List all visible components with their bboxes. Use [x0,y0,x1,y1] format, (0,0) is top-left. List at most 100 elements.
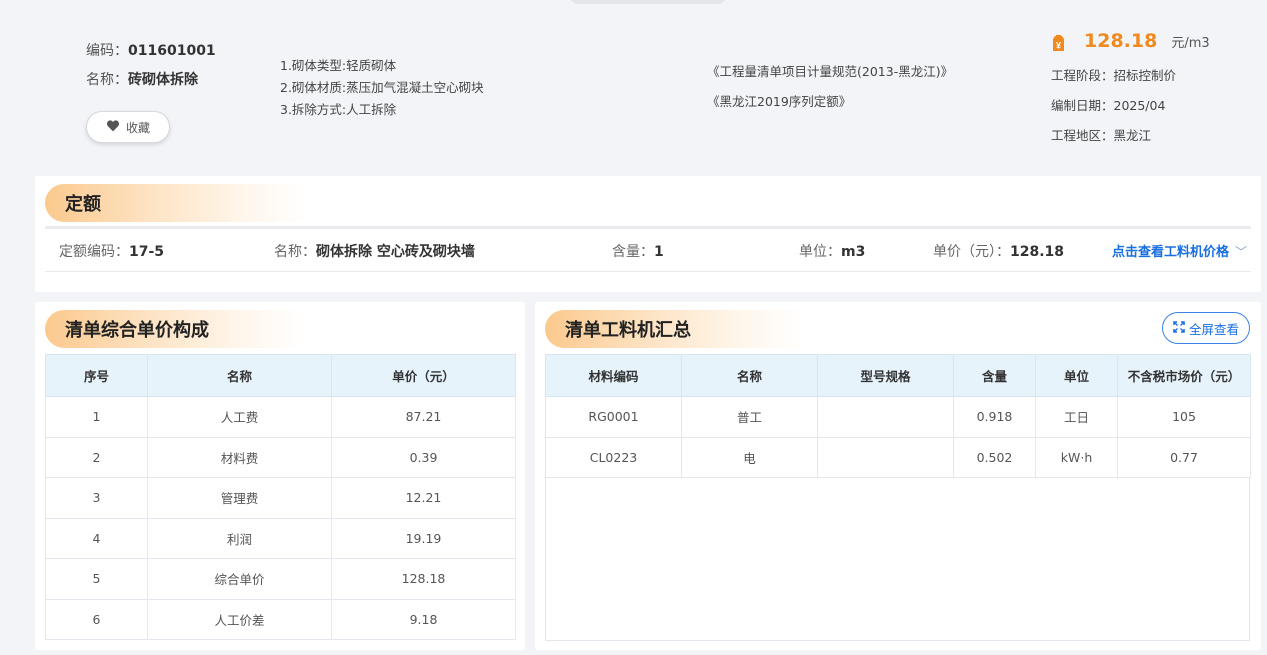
table-cell: 电 [681,436,818,478]
table-cell: 0.39 [331,436,516,478]
quota-qty-label: 含量： [612,244,654,260]
table-row: 3 管理费 12.21 [45,477,516,519]
table-row: CL0223 电 0.502 kW·h 0.77 [545,436,1251,478]
quota-name: 名称：砌体拆除 空心砖及砌块墙 [274,232,475,272]
item-price-block: ¥ 128.18 元/m3 工程阶段：招标控制价 编制日期：2025/04 工程… [1051,30,1210,146]
materials-table: 材料编码 名称 型号规格 含量 单位 不含税市场价（元） RG0001 普工 0… [545,354,1251,478]
chevron-down-icon: ﹀ [1234,245,1247,259]
table-cell: 4 [45,517,148,559]
table-cell: 人工费 [147,396,332,438]
quota-divider [45,226,1251,229]
table-row: 1 人工费 87.21 [45,396,516,438]
column-header: 名称 [681,354,818,397]
composition-panel: 清单综合单价构成 序号 名称 单价（元） 1 人工费 87.21 2 材料费 0… [35,302,525,650]
table-row: 2 材料费 0.39 [45,436,516,478]
composition-section-title: 清单综合单价构成 [45,310,305,348]
item-code-value: 011601001 [128,43,216,59]
table-header-row: 材料编码 名称 型号规格 含量 单位 不含税市场价（元） [545,354,1251,397]
heart-icon [106,119,120,135]
meta-date: 编制日期：2025/04 [1051,98,1166,113]
table-cell: 1 [45,396,148,438]
item-name-label: 名称： [86,72,128,88]
view-material-price-link[interactable]: 点击查看工料机价格 ﹀ [1112,232,1247,272]
spec-line: 《黑龙江2019序列定额》 [707,94,852,109]
quota-unit-value: m3 [841,244,866,260]
table-cell: 9.18 [331,598,516,640]
item-code: 编码：011601001 [86,40,216,62]
quota-code: 定额编码：17-5 [59,232,164,272]
table-row: RG0001 普工 0.918 工日 105 [545,396,1251,438]
table-cell: 工日 [1035,396,1118,438]
table-cell: 19.19 [331,517,516,559]
table-cell: 利润 [147,517,332,559]
column-header: 序号 [45,354,148,397]
table-cell: 材料费 [147,436,332,478]
column-header: 型号规格 [817,354,954,397]
item-identity: 编码：011601001 名称：砖砌体拆除 [86,40,216,91]
column-header: 名称 [147,354,332,397]
quota-qty-value: 1 [654,244,664,260]
table-cell: 0.502 [953,436,1036,478]
table-empty-area [545,477,1250,641]
description-line: 3.拆除方式:人工拆除 [280,102,397,117]
table-cell: 0.77 [1117,436,1251,478]
table-cell: 综合单价 [147,558,332,600]
quota-code-value: 17-5 [129,244,165,260]
favorite-button[interactable]: 收藏 [86,111,170,143]
item-code-label: 编码： [86,43,128,59]
quota-price-label: 单价（元）： [933,244,1010,260]
meta-region: 工程地区：黑龙江 [1051,128,1152,143]
fullscreen-button[interactable]: 全屏查看 [1161,312,1250,344]
quota-unit: 单位：m3 [799,232,865,272]
item-header: 编码：011601001 名称：砖砌体拆除 收藏 1.砌体类型:轻质砌体 2.砌… [0,0,1267,172]
table-cell: 5 [45,558,148,600]
table-cell: CL0223 [545,436,682,478]
quota-name-label: 名称： [274,244,316,260]
table-cell: 128.18 [331,558,516,600]
table-cell: 人工价差 [147,598,332,640]
fullscreen-label: 全屏查看 [1188,321,1239,337]
quota-qty: 含量：1 [612,232,664,272]
table-cell: kW·h [1035,436,1118,478]
svg-text:¥: ¥ [1056,40,1061,50]
item-description: 1.砌体类型:轻质砌体 2.砌体材质:蒸压加气混凝土空心砌块 3.拆除方式:人工… [280,55,484,121]
table-cell: 87.21 [331,396,516,438]
price-row: ¥ 128.18 元/m3 [1051,30,1210,56]
view-material-price-label: 点击查看工料机价格 [1111,245,1229,260]
quota-unit-label: 单位： [799,244,841,260]
column-header: 材料编码 [545,354,682,397]
favorite-label: 收藏 [125,120,150,135]
description-line: 2.砌体材质:蒸压加气混凝土空心砌块 [280,80,484,95]
materials-section-title: 清单工料机汇总 [545,310,805,348]
description-line: 1.砌体类型:轻质砌体 [280,58,397,73]
quota-name-value: 砌体拆除 空心砖及砌块墙 [316,244,475,260]
table-cell: RG0001 [545,396,682,438]
table-row: 4 利润 19.19 [45,517,516,559]
table-cell: 105 [1117,396,1251,438]
quota-section-title: 定额 [45,184,309,222]
quota-price-value: 128.18 [1010,244,1065,260]
column-header: 单价（元） [331,354,516,397]
table-header-row: 序号 名称 单价（元） [45,354,516,397]
table-cell [817,396,954,438]
item-name-value: 砖砌体拆除 [128,72,198,88]
composition-table: 序号 名称 单价（元） 1 人工费 87.21 2 材料费 0.39 3 管理费… [45,354,516,640]
column-header: 单位 [1035,354,1118,397]
expand-icon [1173,320,1185,336]
table-cell: 管理费 [147,477,332,519]
materials-panel: 清单工料机汇总 全屏查看 材料编码 名称 型号规格 含量 单位 不含税市场价（元… [535,302,1261,650]
column-header: 含量 [953,354,1036,397]
unit-price-unit: 元/m3 [1171,36,1210,51]
table-cell: 2 [45,436,148,478]
table-row: 5 综合单价 128.18 [45,558,516,600]
quota-panel: 定额 定额编码：17-5 名称：砌体拆除 空心砖及砌块墙 含量：1 单位：m3 … [35,176,1261,292]
quota-code-label: 定额编码： [59,244,129,260]
item-specs: 《工程量清单项目计量规范(2013-黑龙江)》 《黑龙江2019序列定额》 [707,62,953,112]
table-cell: 3 [45,477,148,519]
column-header: 不含税市场价（元） [1117,354,1251,397]
quota-row: 定额编码：17-5 名称：砌体拆除 空心砖及砌块墙 含量：1 单位：m3 单价（… [45,232,1251,272]
unit-price-value: 128.18 [1084,30,1158,52]
table-cell: 6 [45,598,148,640]
table-row: 6 人工价差 9.18 [45,598,516,640]
item-name: 名称：砖砌体拆除 [86,69,216,91]
